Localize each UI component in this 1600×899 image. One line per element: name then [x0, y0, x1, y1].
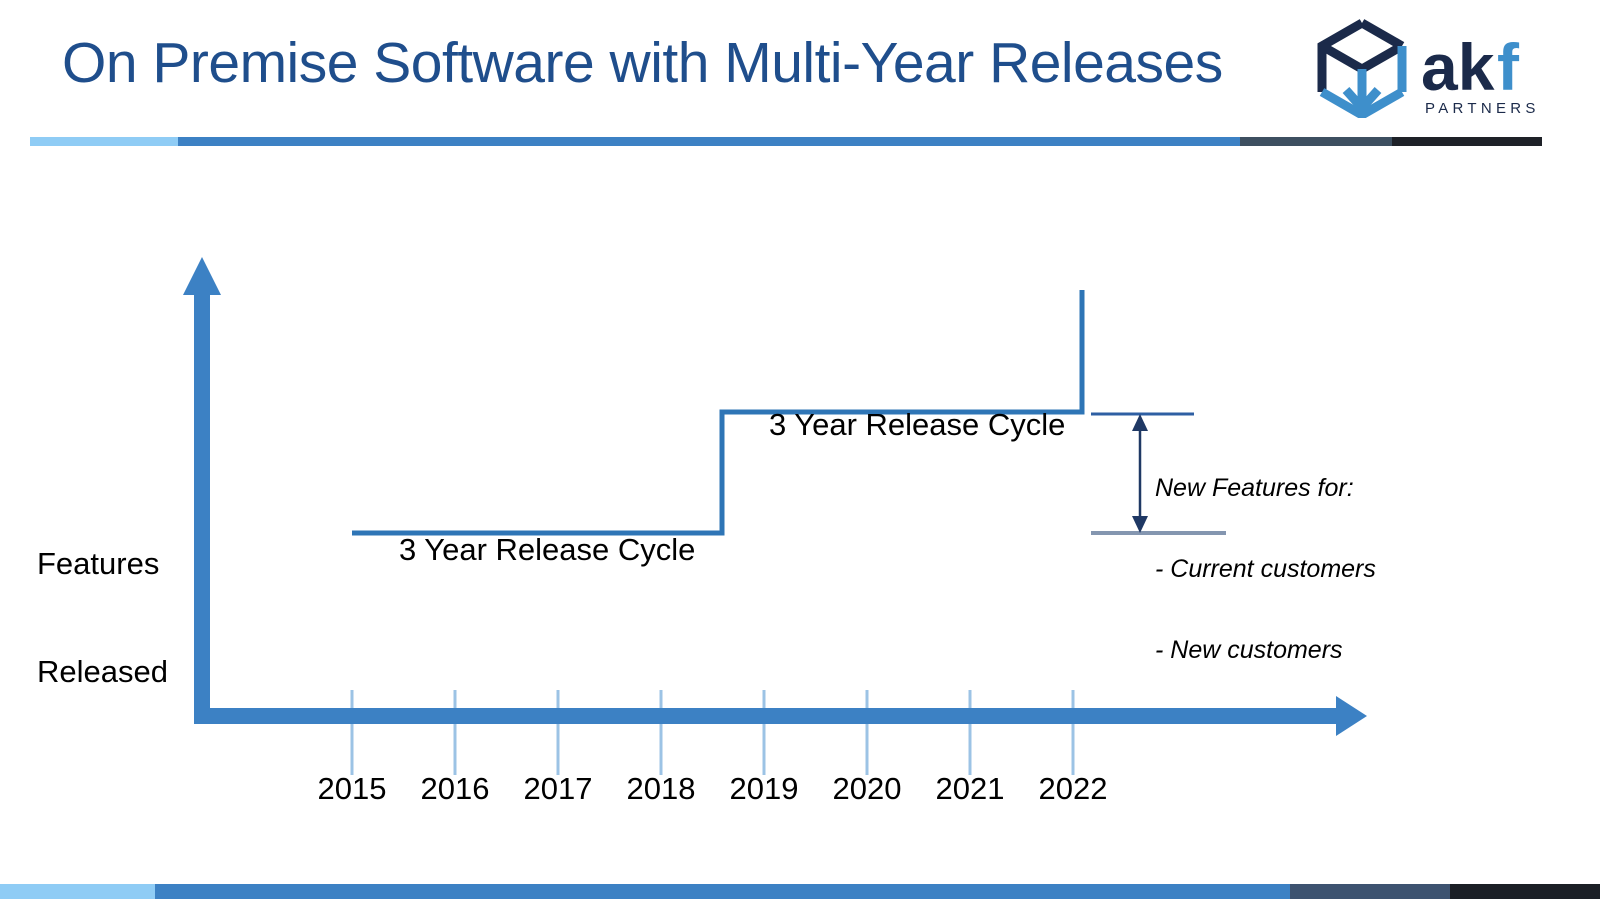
- slide-canvas: On Premise Software with Multi-Year Rele…: [0, 0, 1600, 899]
- x-axis-tick-label-2016: 2016: [420, 771, 490, 806]
- y-axis-label-line2: Released: [37, 654, 168, 689]
- divider-segment-light-blue: [0, 884, 155, 899]
- callout-arrow-head-up: [1132, 414, 1148, 431]
- callout-line-2: - Current customers: [1155, 555, 1376, 583]
- x-axis-tick-label-2021: 2021: [935, 771, 1005, 806]
- y-axis-label-line1: Features: [37, 546, 160, 581]
- callout-line-1: New Features for:: [1155, 474, 1354, 502]
- x-axis-tick-label-2015: 2015: [317, 771, 387, 806]
- x-axis-tick-label-2020: 2020: [832, 771, 902, 806]
- bottom-divider-bar: [0, 884, 1600, 899]
- divider-segment-medium-blue: [155, 884, 1290, 899]
- callout-arrow-head-down: [1132, 516, 1148, 533]
- divider-segment-slate: [1290, 884, 1450, 899]
- x-axis-tick-label-2018: 2018: [626, 771, 696, 806]
- x-axis-tick-label-2022: 2022: [1038, 771, 1108, 806]
- y-axis-arrow: [183, 257, 221, 724]
- x-axis-tick-label-2019: 2019: [729, 771, 799, 806]
- callout-line-3: - New customers: [1155, 636, 1343, 664]
- new-features-callout-text: New Features for: - Current customers - …: [1155, 421, 1376, 718]
- y-axis-label: Features Released: [37, 474, 168, 762]
- release-cycle-label-second: 3 Year Release Cycle: [769, 407, 1066, 442]
- release-cycle-label-first: 3 Year Release Cycle: [399, 532, 696, 567]
- x-axis-tick-marks: [350, 690, 1075, 775]
- divider-segment-near-black: [1450, 884, 1600, 899]
- x-axis-tick-label-2017: 2017: [523, 771, 593, 806]
